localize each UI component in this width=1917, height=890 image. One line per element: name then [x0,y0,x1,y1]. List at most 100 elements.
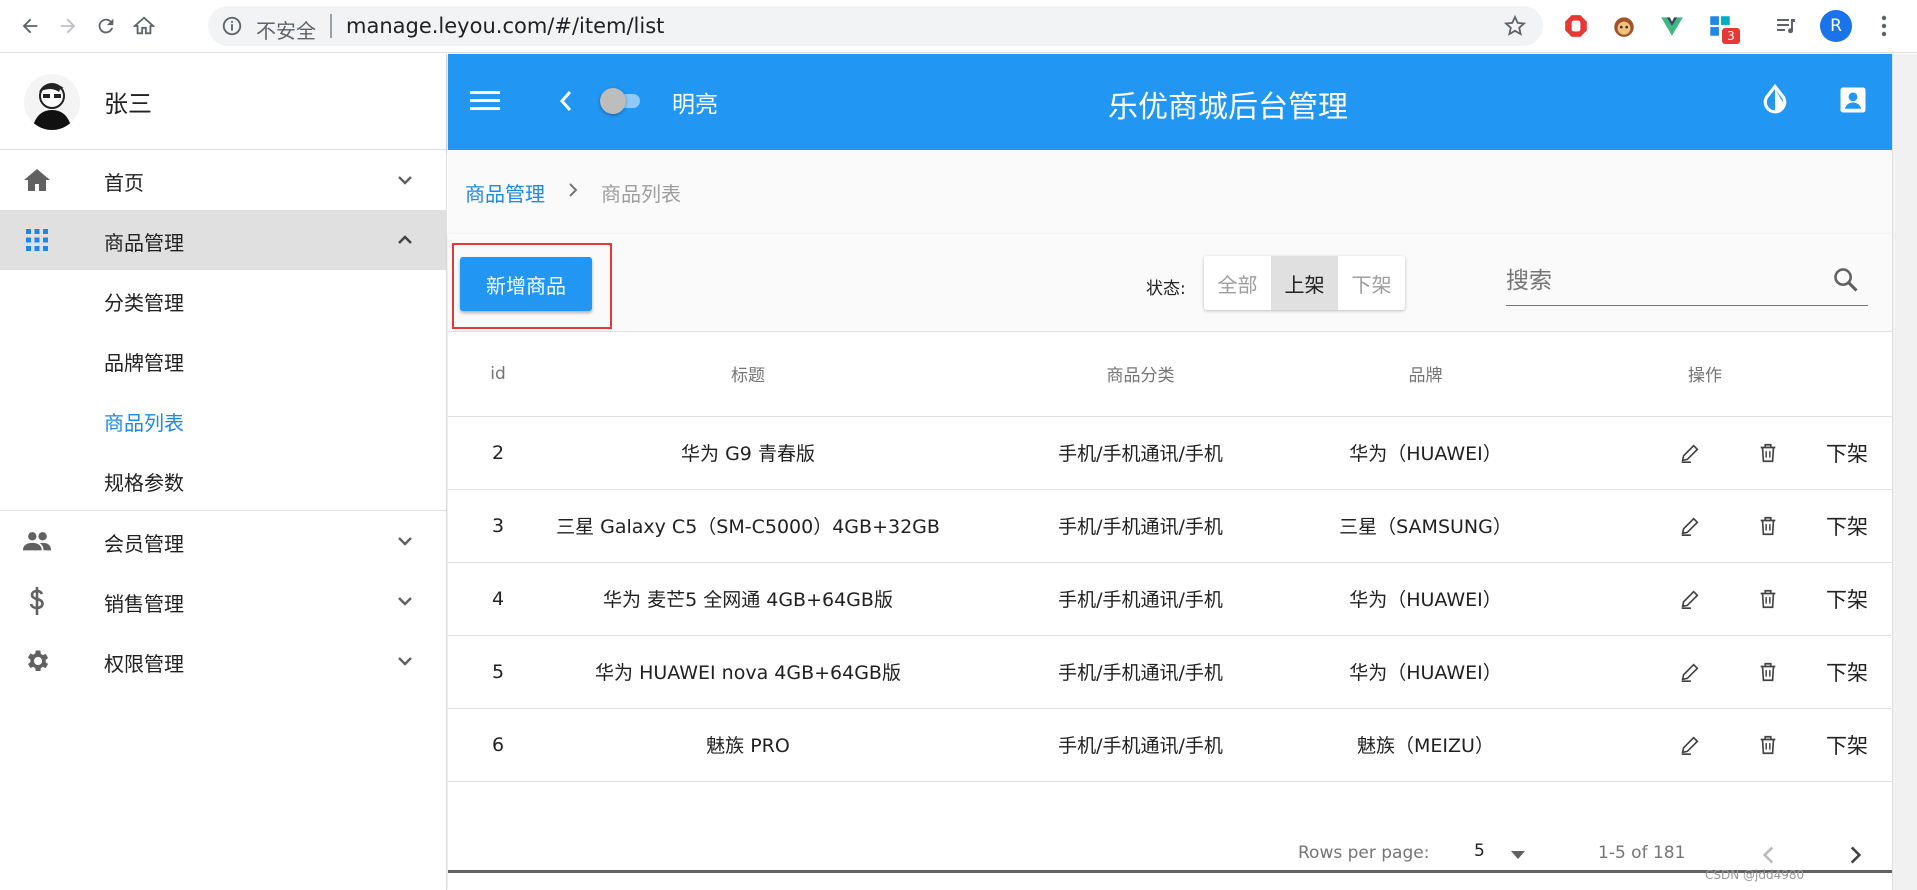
theme-toggle[interactable] [600,88,644,114]
home-icon [22,168,52,192]
edit-icon[interactable] [1674,510,1706,542]
account-box-icon[interactable] [1838,84,1868,120]
invert-colors-icon[interactable] [1760,83,1790,122]
hamburger-menu-icon[interactable] [470,88,500,116]
pagination: Rows per page: 5 1-5 of 181 [448,835,1892,890]
breadcrumb-link[interactable]: 商品管理 [465,178,545,207]
table-row[interactable]: 2 华为 G9 青春版 手机/手机通讯/手机 华为（HUAWEI） 下架 [448,416,1892,490]
table-row[interactable]: 6 魅族 PRO 手机/手机通讯/手机 魅族（MEIZU） 下架 [448,708,1892,782]
add-product-button[interactable]: 新增商品 [460,257,592,311]
sidebar-subitem-spec-params[interactable]: 规格参数 [0,450,446,510]
delete-icon[interactable] [1752,437,1784,469]
cell-title: 魅族 PRO [548,708,948,782]
cell-category: 手机/手机通讯/手机 [948,562,1333,636]
cell-title: 华为 G9 青春版 [548,416,948,490]
page-scrollbar[interactable] [1892,54,1917,890]
chevron-left-icon[interactable] [554,86,578,120]
filter-off-shelf-button[interactable]: 下架 [1338,256,1405,310]
sidebar-item-members[interactable]: 会员管理 [0,511,446,571]
delete-icon[interactable] [1752,656,1784,688]
delete-icon[interactable] [1752,729,1784,761]
bookmark-star-icon[interactable] [1503,14,1527,42]
address-bar[interactable]: 不安全 manage.leyou.com/#/item/list [208,6,1543,46]
breadcrumb-current: 商品列表 [601,182,681,206]
filter-all-button[interactable]: 全部 [1204,256,1271,310]
reading-list-icon[interactable] [1772,12,1800,40]
table-row[interactable]: 3 三星 Galaxy C5（SM-C5000）4GB+32GB 手机/手机通讯/手… [448,489,1892,563]
profile-avatar[interactable]: R [1820,10,1852,42]
bottom-scroll-edge [448,870,1892,873]
cell-brand: 华为（HUAWEI） [1333,635,1518,709]
page-range-text: 1-5 of 181 [1598,843,1686,863]
table-toolbar: 新增商品 状态: 全部 上架 下架 [448,234,1892,332]
url-text[interactable]: manage.leyou.com/#/item/list [346,14,664,38]
column-header-brand[interactable]: 品牌 [1333,332,1518,417]
search-input[interactable] [1506,264,1806,298]
cell-title: 三星 Galaxy C5（SM-C5000）4GB+32GB [548,489,948,563]
forward-arrow-icon[interactable] [56,14,80,38]
avatar[interactable] [24,74,80,130]
product-table-card: 新增商品 状态: 全部 上架 下架 id 标题 商品分类 [448,234,1892,890]
table-header-row: id 标题 商品分类 品牌 操作 [448,332,1892,417]
sidebar-subitem-category[interactable]: 分类管理 [0,270,446,330]
rows-per-page-value: 5 [1474,841,1485,861]
delete-icon[interactable] [1752,583,1784,615]
cell-brand: 魅族（MEIZU） [1333,708,1518,782]
sidebar-subitem-product-list[interactable]: 商品列表 [0,390,446,450]
row-actions: 下架 [1518,656,1892,688]
browser-menu-icon[interactable] [1880,14,1888,42]
unshelve-button[interactable]: 下架 [1826,438,1868,468]
main-content: 商品管理 商品列表 新增商品 状态: 全部 上架 下架 搜索 id 标题 商品分… [448,150,1892,890]
vue-devtools-icon[interactable] [1658,12,1686,40]
next-page-icon[interactable] [1842,841,1868,873]
sidebar-item-permissions[interactable]: 权限管理 [0,631,446,691]
info-icon[interactable] [221,15,243,41]
unshelve-button[interactable]: 下架 [1826,584,1868,614]
search-icon[interactable] [1832,266,1860,298]
sidebar-item-label: 销售管理 [104,592,184,616]
apps-grid-icon [22,228,52,252]
home-browser-icon[interactable] [132,14,156,38]
rows-per-page-select[interactable]: 5 [1472,835,1542,873]
cell-actions: 下架 [1518,489,1892,563]
user-name: 张三 [104,90,152,118]
sidebar-item-home[interactable]: 首页 [0,150,446,210]
extension-badge: 3 [1722,28,1740,44]
unshelve-button[interactable]: 下架 [1826,511,1868,541]
table-row[interactable]: 5 华为 HUAWEI nova 4GB+64GB版 手机/手机通讯/手机 华为（HU… [448,635,1892,709]
unshelve-button[interactable]: 下架 [1826,730,1868,760]
edit-icon[interactable] [1674,656,1706,688]
back-arrow-icon[interactable] [18,14,42,38]
insecure-label: 不安全 [256,19,316,43]
edit-icon[interactable] [1674,437,1706,469]
monkey-extension-icon[interactable] [1610,12,1638,40]
row-actions: 下架 [1518,729,1892,761]
edit-icon[interactable] [1674,729,1706,761]
sidebar-item-product-management[interactable]: 商品管理 [0,210,446,270]
sidebar-subitem-label: 商品列表 [104,411,184,435]
sidebar-item-sales[interactable]: 销售管理 [0,571,446,631]
filter-on-shelf-button[interactable]: 上架 [1271,256,1338,310]
cell-category: 手机/手机通讯/手机 [948,416,1333,490]
cell-category: 手机/手机通讯/手机 [948,635,1333,709]
dollar-icon [22,587,52,615]
sidebar-subitem-brand[interactable]: 品牌管理 [0,330,446,390]
edit-icon[interactable] [1674,583,1706,615]
app-toolbar: 明亮 乐优商城后台管理 [448,54,1892,150]
column-header-id[interactable]: id [448,332,548,417]
adblock-extension-icon[interactable] [1562,12,1590,40]
sidebar-subitem-label: 分类管理 [104,291,184,315]
table-row[interactable]: 4 华为 麦芒5 全网通 4GB+64GB版 手机/手机通讯/手机 华为（HUAWEI… [448,562,1892,636]
column-header-category[interactable]: 商品分类 [948,332,1333,417]
column-header-title[interactable]: 标题 [548,332,948,417]
cell-brand: 华为（HUAWEI） [1333,562,1518,636]
status-filter-group: 全部 上架 下架 [1204,256,1405,310]
reload-icon[interactable] [94,14,118,38]
chevron-right-icon [567,182,579,203]
user-profile: 张三 [0,54,446,150]
cell-actions: 下架 [1518,635,1892,709]
sidebar-item-label: 首页 [104,171,144,195]
delete-icon[interactable] [1752,510,1784,542]
chevron-down-icon [393,168,417,196]
unshelve-button[interactable]: 下架 [1826,657,1868,687]
